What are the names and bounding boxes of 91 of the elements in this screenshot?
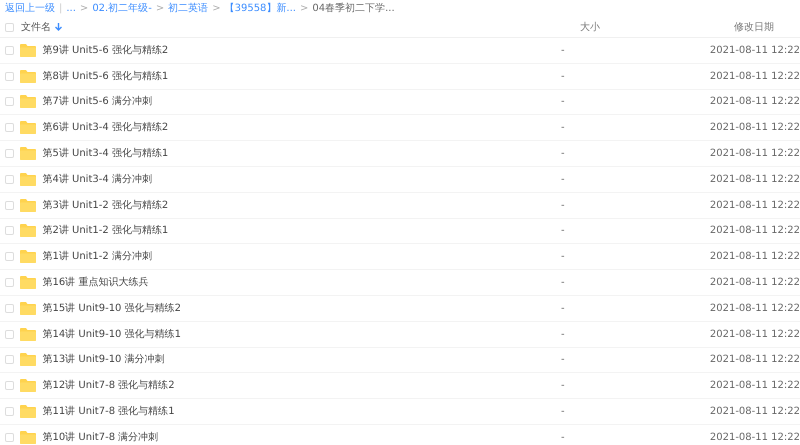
folder-icon [20,224,36,238]
folder-name[interactable]: 第3讲 Unit1-2 强化与精练2 [42,198,168,213]
date-text: 2021-08-11 12:22 [710,122,800,134]
date-text: 2021-08-11 12:22 [710,44,800,56]
current-folder-text: 04春季初二下学... [312,2,395,16]
size-text: - [560,96,565,108]
checkbox[interactable] [5,330,14,339]
date-text: 2021-08-11 12:22 [710,406,800,418]
separator-text: | [59,2,62,16]
checkbox[interactable] [5,252,14,262]
size-text: - [560,44,565,56]
folder-name[interactable]: 第6讲 Unit3-4 强化与精练2 [42,120,168,136]
checkbox[interactable] [5,22,14,32]
folder-name[interactable]: 第10讲 Unit7-8 满分冲刺 [42,430,158,445]
checkbox[interactable] [5,46,14,55]
checkbox[interactable] [5,123,14,132]
date-text: 2021-08-11 12:22 [710,225,800,236]
checkbox[interactable] [5,407,14,416]
checkbox[interactable] [5,304,14,313]
checkbox[interactable] [5,278,14,288]
checkbox[interactable] [5,355,14,364]
chevron-text: > [212,2,221,16]
size-text: - [560,70,565,82]
folder-name[interactable]: 第9讲 Unit5-6 强化与精练2 [42,42,168,58]
folder-icon [20,430,36,444]
chevron-text: > [300,2,308,16]
folder-name[interactable]: 第8讲 Unit5-6 强化与精练1 [42,68,168,84]
checkbox[interactable] [5,200,14,210]
column-header[interactable]: 大小 [580,22,600,32]
size-text: - [560,174,565,185]
checkbox[interactable] [5,381,14,390]
folder-name[interactable]: 第16讲 重点知识大练兵 [42,275,148,290]
folder-name[interactable]: 第5讲 Unit3-4 强化与精练1 [42,146,168,162]
folder-name[interactable]: 第4讲 Unit3-4 满分冲刺 [42,172,152,187]
date-text: 2021-08-11 12:22 [710,70,800,82]
column-header[interactable]: 文件名 [21,20,51,34]
folder-name[interactable]: 第1讲 Unit1-2 满分冲刺 [42,249,152,264]
size-text: - [560,354,565,366]
checkbox[interactable] [5,149,14,158]
size-text: - [560,277,565,288]
folder-name[interactable]: 第2讲 Unit1-2 强化与精练1 [42,223,168,238]
folder-name[interactable]: 第13讲 Unit9-10 满分冲刺 [42,352,165,368]
checkbox[interactable] [5,97,14,106]
size-text: - [560,432,565,443]
date-text: 2021-08-11 12:22 [710,302,800,314]
folder-name[interactable]: 第15讲 Unit9-10 强化与精练2 [42,300,181,316]
checkbox[interactable] [5,72,14,81]
folder-icon [20,353,36,366]
folder-icon [20,172,36,186]
date-text: 2021-08-11 12:22 [710,96,800,108]
folder-icon [20,95,36,108]
size-text: - [560,251,565,262]
date-text: 2021-08-11 12:22 [710,251,800,262]
date-text: 2021-08-11 12:22 [710,432,800,443]
date-text: 2021-08-11 12:22 [710,328,800,340]
sort-arrow-icon[interactable] [55,23,62,31]
folder-icon [20,44,36,57]
date-text: 2021-08-11 12:22 [710,148,800,160]
checkbox[interactable] [5,174,14,184]
column-header[interactable]: 修改日期 [734,22,774,32]
date-text: 2021-08-11 12:22 [710,174,800,185]
size-text: - [560,148,565,160]
size-text: - [560,328,565,340]
size-text: - [560,225,565,236]
checkbox[interactable] [5,432,14,442]
folder-icon [20,70,36,83]
checkbox[interactable] [5,226,14,236]
size-text: - [560,200,565,211]
folder-icon [20,147,36,160]
size-text: - [560,380,565,392]
folder-name[interactable]: 第12讲 Unit7-8 强化与精练2 [42,378,175,394]
size-text: - [560,406,565,418]
folder-icon [20,198,36,212]
folder-name[interactable]: 第11讲 Unit7-8 强化与精练1 [42,404,175,420]
size-text: - [560,302,565,314]
folder-name[interactable]: 第14讲 Unit9-10 强化与精练1 [42,326,181,342]
folder-icon [20,379,36,392]
folder-icon [20,276,36,290]
folder-name[interactable]: 第7讲 Unit5-6 满分冲刺 [42,94,152,110]
chevron-text: > [156,2,164,16]
date-text: 2021-08-11 12:22 [710,200,800,211]
date-text: 2021-08-11 12:22 [710,380,800,392]
folder-icon [20,405,36,418]
folder-icon [20,302,36,315]
date-text: 2021-08-11 12:22 [710,354,800,366]
chevron-text: > [80,2,88,16]
folder-icon [20,250,36,264]
size-text: - [560,122,565,134]
folder-icon [20,328,36,341]
folder-icon [20,121,36,134]
date-text: 2021-08-11 12:22 [710,277,800,288]
